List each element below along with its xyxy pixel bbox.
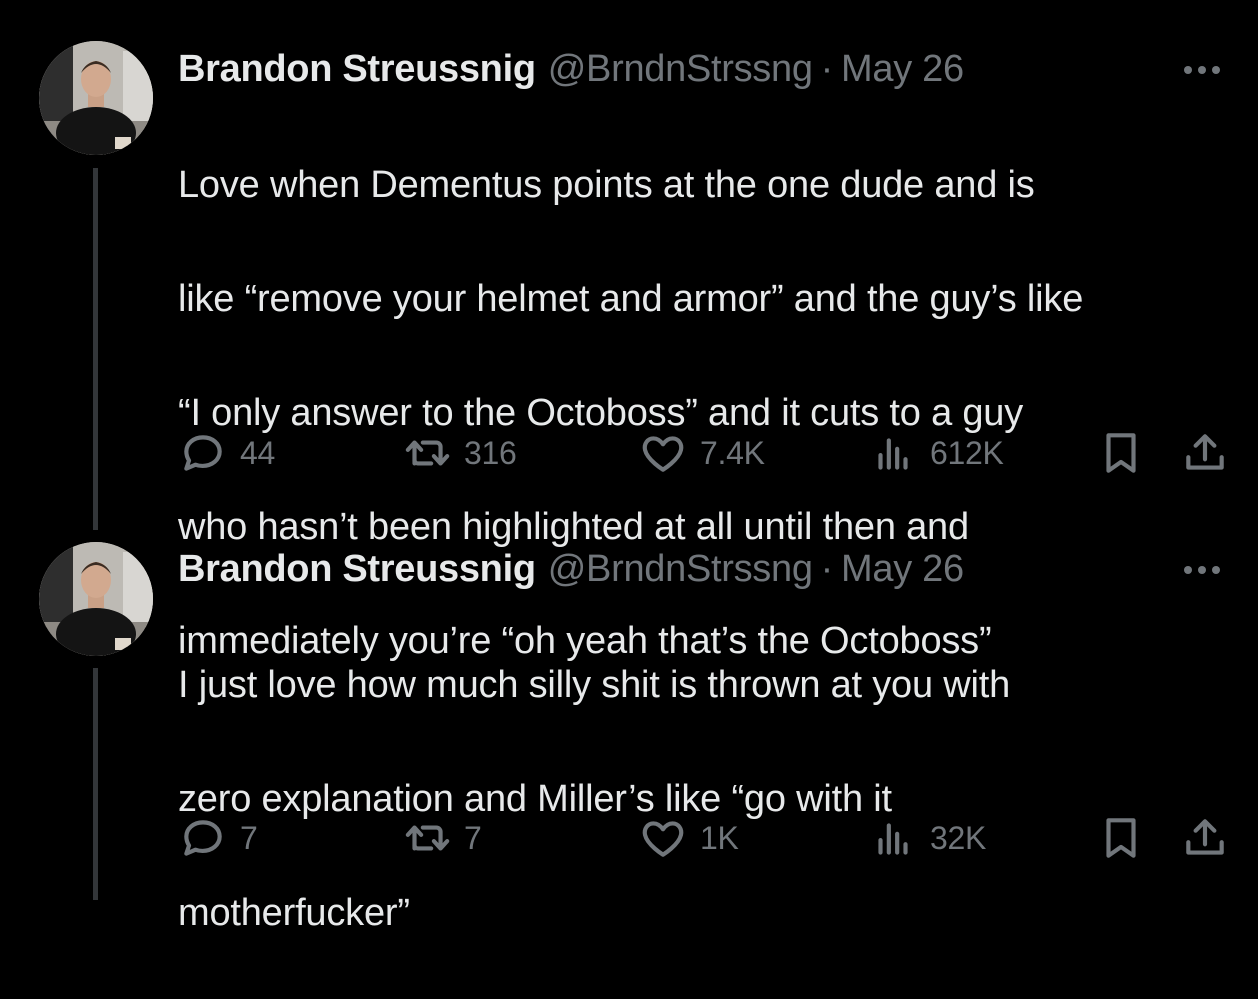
- tweet-text-line: Love when Dementus points at the one dud…: [178, 164, 1035, 206]
- avatar-photo: [39, 542, 153, 656]
- header-separator: ·: [820, 47, 834, 90]
- author-display-name[interactable]: Brandon Streussnig: [178, 548, 536, 591]
- tweet-text-line: motherfucker”: [178, 892, 410, 934]
- tweet-1[interactable]: Brandon Streussnig @BrndnStrssng · May 2…: [0, 0, 1258, 662]
- bar-chart-icon: [878, 823, 908, 855]
- retweet-count: 316: [464, 434, 517, 471]
- tweet-date[interactable]: May 26: [841, 548, 964, 591]
- heart-icon: [642, 436, 684, 472]
- bookmark-icon: [1106, 433, 1136, 473]
- like-button[interactable]: 1K: [638, 810, 739, 866]
- author-handle[interactable]: @BrndnStrssng: [548, 548, 813, 591]
- like-button[interactable]: 7.4K: [638, 425, 765, 481]
- share-button[interactable]: [1180, 425, 1230, 481]
- reply-count: 7: [240, 819, 258, 856]
- header-separator: ·: [820, 547, 834, 590]
- tweet-2[interactable]: Brandon Streussnig @BrndnStrssng · May 2…: [0, 530, 1258, 934]
- reply-button[interactable]: 44: [178, 425, 275, 481]
- retweet-count: 7: [464, 819, 482, 856]
- bar-chart-icon: [878, 438, 908, 470]
- retweet-arrows-icon: [405, 440, 450, 466]
- views-button[interactable]: 32K: [868, 810, 986, 866]
- author-handle[interactable]: @BrndnStrssng: [548, 48, 813, 91]
- like-count: 1K: [700, 819, 739, 856]
- share-upload-icon: [1186, 819, 1224, 855]
- bookmark-icon: [1106, 818, 1136, 858]
- reply-bubble-icon: [184, 435, 222, 471]
- tweet-content: Brandon Streussnig @BrndnStrssng · May 2…: [178, 542, 1228, 999]
- reply-bubble-icon: [184, 820, 222, 856]
- more-horizontal-icon: [1184, 66, 1220, 74]
- thread-connector-line: [93, 668, 98, 900]
- tweet-actions: 7 7 1K 32K: [178, 810, 1228, 866]
- tweet-actions: 44 316 7.4K 612K: [178, 425, 1228, 481]
- heart-icon: [642, 821, 684, 857]
- retweet-arrows-icon: [405, 825, 450, 851]
- bookmark-button[interactable]: [1096, 810, 1146, 866]
- thread-connector-line: [93, 168, 98, 530]
- views-button[interactable]: 612K: [868, 425, 1004, 481]
- avatar[interactable]: [39, 41, 153, 155]
- retweet-button[interactable]: 7: [402, 810, 482, 866]
- share-button[interactable]: [1180, 810, 1230, 866]
- reply-button[interactable]: 7: [178, 810, 258, 866]
- author-display-name[interactable]: Brandon Streussnig: [178, 48, 536, 91]
- share-upload-icon: [1186, 434, 1224, 470]
- tweet-text: I just love how much silly shit is throw…: [178, 600, 1228, 999]
- tweet-text-line: I just love how much silly shit is throw…: [178, 664, 1011, 706]
- views-count: 32K: [930, 819, 987, 856]
- retweet-button[interactable]: 316: [402, 425, 517, 481]
- tweet-text-line: like “remove your helmet and armor” and …: [178, 278, 1084, 320]
- more-options-button[interactable]: [1178, 550, 1226, 590]
- reply-count: 44: [240, 434, 275, 471]
- avatar-photo: [39, 41, 153, 155]
- like-count: 7.4K: [700, 434, 765, 471]
- avatar[interactable]: [39, 542, 153, 656]
- bookmark-button[interactable]: [1096, 425, 1146, 481]
- tweet-header: Brandon Streussnig @BrndnStrssng · May 2…: [178, 42, 1228, 96]
- more-horizontal-icon: [1184, 566, 1220, 574]
- more-options-button[interactable]: [1178, 50, 1226, 90]
- tweet-header: Brandon Streussnig @BrndnStrssng · May 2…: [178, 542, 1228, 596]
- tweet-date[interactable]: May 26: [841, 48, 964, 91]
- views-count: 612K: [930, 434, 1004, 471]
